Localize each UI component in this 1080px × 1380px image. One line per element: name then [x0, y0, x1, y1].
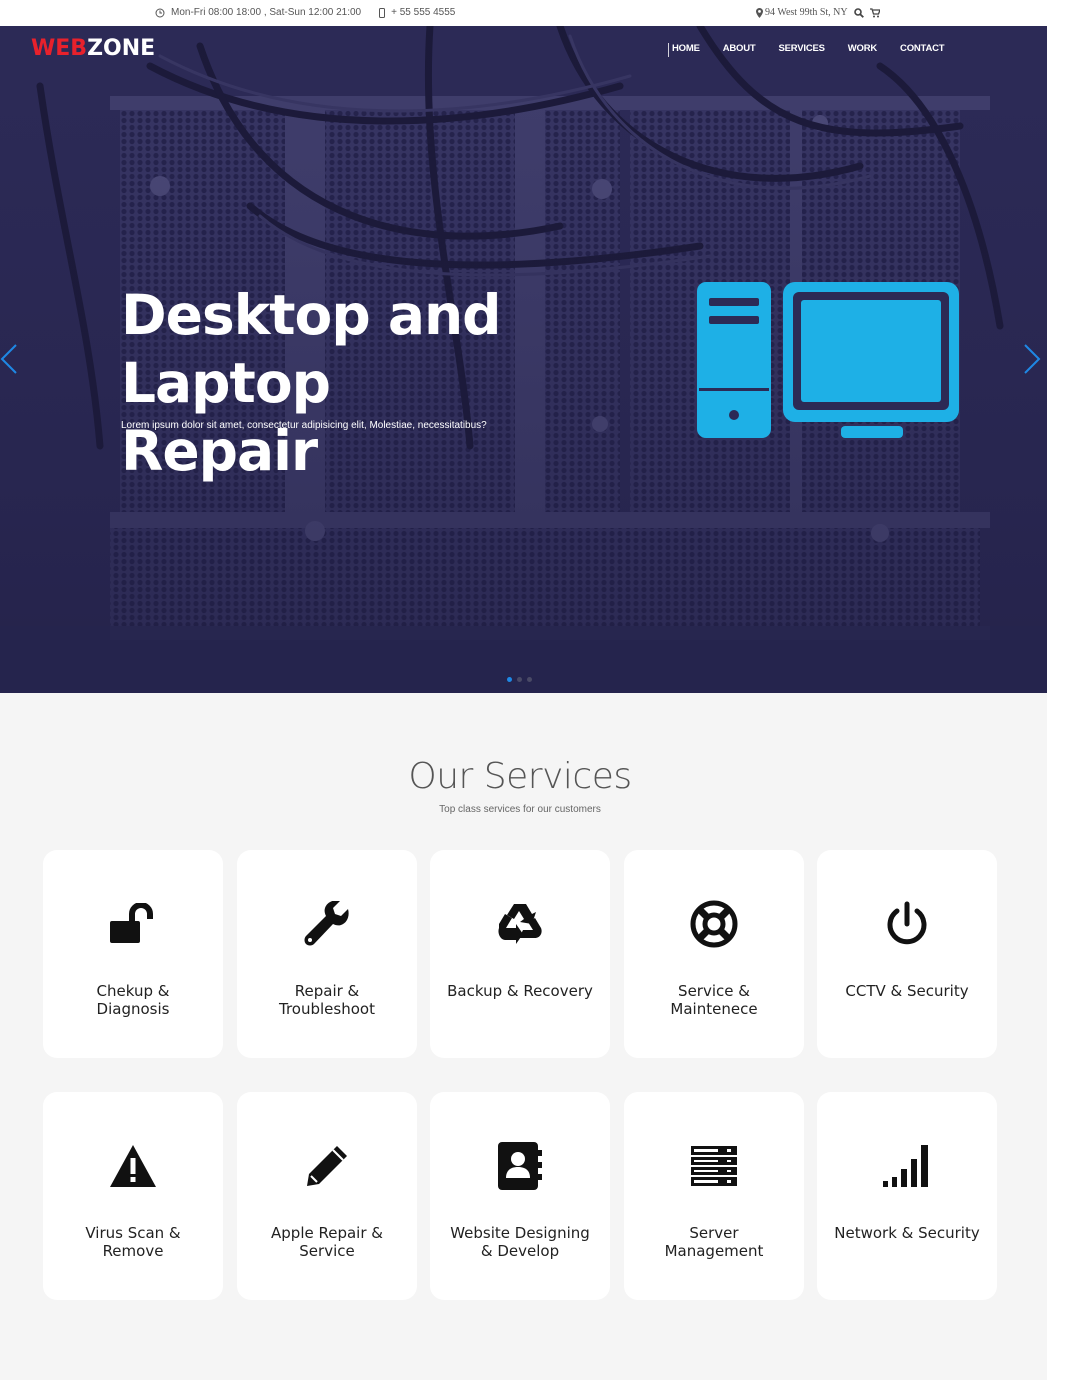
business-hours: Mon-Fri 08:00 18:00 , Sat-Sun 12:00 21:0…	[171, 7, 362, 18]
clock-icon	[155, 8, 165, 18]
pencil-icon	[237, 1138, 417, 1194]
nav-work[interactable]: WORK	[848, 43, 877, 54]
service-card-website[interactable]: Website Designing & Develop	[430, 1092, 610, 1300]
slider-next-arrow[interactable]	[1023, 344, 1041, 379]
service-label: Backup & Recovery	[447, 982, 593, 1000]
search-icon[interactable]	[853, 7, 864, 18]
service-label: Network & Security	[834, 1224, 980, 1242]
service-label: Service & Maintenece	[670, 982, 758, 1018]
nav-services[interactable]: SERVICES	[778, 43, 824, 54]
contact-info: Mon-Fri 08:00 18:00 , Sat-Sun 12:00 21:0…	[155, 7, 455, 18]
phone-number[interactable]: + 55 555 4555	[391, 7, 455, 18]
power-icon	[817, 896, 997, 952]
cart-icon[interactable]	[869, 7, 880, 18]
services-subtitle: Top class services for our customers	[439, 804, 601, 815]
lifebuoy-icon	[624, 896, 804, 952]
service-card-service[interactable]: Service & Maintenece	[624, 850, 804, 1058]
unlock-icon	[43, 896, 223, 952]
signal-icon	[817, 1138, 997, 1194]
logo-text-web: WEB	[31, 36, 88, 61]
hero-title: Desktop and Laptop Repair	[121, 281, 701, 485]
map-marker-icon	[756, 7, 763, 18]
service-card-checkup[interactable]: Chekup & Diagnosis	[43, 850, 223, 1058]
nav-divider	[668, 43, 669, 57]
location-tools: 94 West 99th St, NY	[756, 7, 880, 18]
address: 94 West 99th St, NY	[765, 7, 848, 18]
slider-dot-2[interactable]	[517, 677, 522, 682]
top-info-bar: Mon-Fri 08:00 18:00 , Sat-Sun 12:00 21:0…	[0, 0, 1047, 26]
hero-title-line1: Desktop and Laptop	[121, 283, 502, 415]
service-label: Repair & Troubleshoot	[279, 982, 375, 1018]
page: Mon-Fri 08:00 18:00 , Sat-Sun 12:00 21:0…	[0, 0, 1047, 1380]
desktop-computer-icon	[697, 282, 959, 438]
service-label: Website Designing & Develop	[450, 1224, 590, 1260]
address-book-icon	[430, 1138, 610, 1194]
logo-text-zone: ZONE	[87, 36, 156, 61]
services-title: Our Services	[408, 756, 632, 797]
service-label: Server Management	[664, 1224, 764, 1260]
service-card-cctv[interactable]: CCTV & Security	[817, 850, 997, 1058]
service-card-server[interactable]: Server Management	[624, 1092, 804, 1300]
hero-slider: WEBZONE HOME ABOUT SERVICES WORK CONTACT…	[0, 26, 1047, 693]
brand-logo[interactable]: WEBZONE	[31, 36, 155, 61]
server-icon	[624, 1138, 804, 1194]
service-card-virus[interactable]: Virus Scan & Remove	[43, 1092, 223, 1300]
wrench-icon	[237, 896, 417, 952]
service-label: CCTV & Security	[845, 982, 969, 1000]
slider-dot-3[interactable]	[527, 677, 532, 682]
recycle-icon	[430, 896, 610, 952]
service-card-network[interactable]: Network & Security	[817, 1092, 997, 1300]
service-card-backup[interactable]: Backup & Recovery	[430, 850, 610, 1058]
service-label: Virus Scan & Remove	[85, 1224, 181, 1260]
warning-icon	[43, 1138, 223, 1194]
nav-home[interactable]: HOME	[672, 43, 700, 54]
hero-subtitle: Lorem ipsum dolor sit amet, consectetur …	[121, 420, 487, 431]
service-label: Chekup & Diagnosis	[96, 982, 170, 1018]
service-card-apple[interactable]: Apple Repair & Service	[237, 1092, 417, 1300]
mobile-icon	[379, 7, 386, 18]
slider-dot-1[interactable]	[507, 677, 512, 682]
slider-pagination	[507, 677, 532, 682]
service-card-repair[interactable]: Repair & Troubleshoot	[237, 850, 417, 1058]
nav-contact[interactable]: CONTACT	[900, 43, 945, 54]
service-label: Apple Repair & Service	[271, 1224, 383, 1260]
nav-about[interactable]: ABOUT	[723, 43, 756, 54]
slider-prev-arrow[interactable]	[0, 344, 18, 379]
main-nav: HOME ABOUT SERVICES WORK CONTACT	[668, 43, 967, 57]
